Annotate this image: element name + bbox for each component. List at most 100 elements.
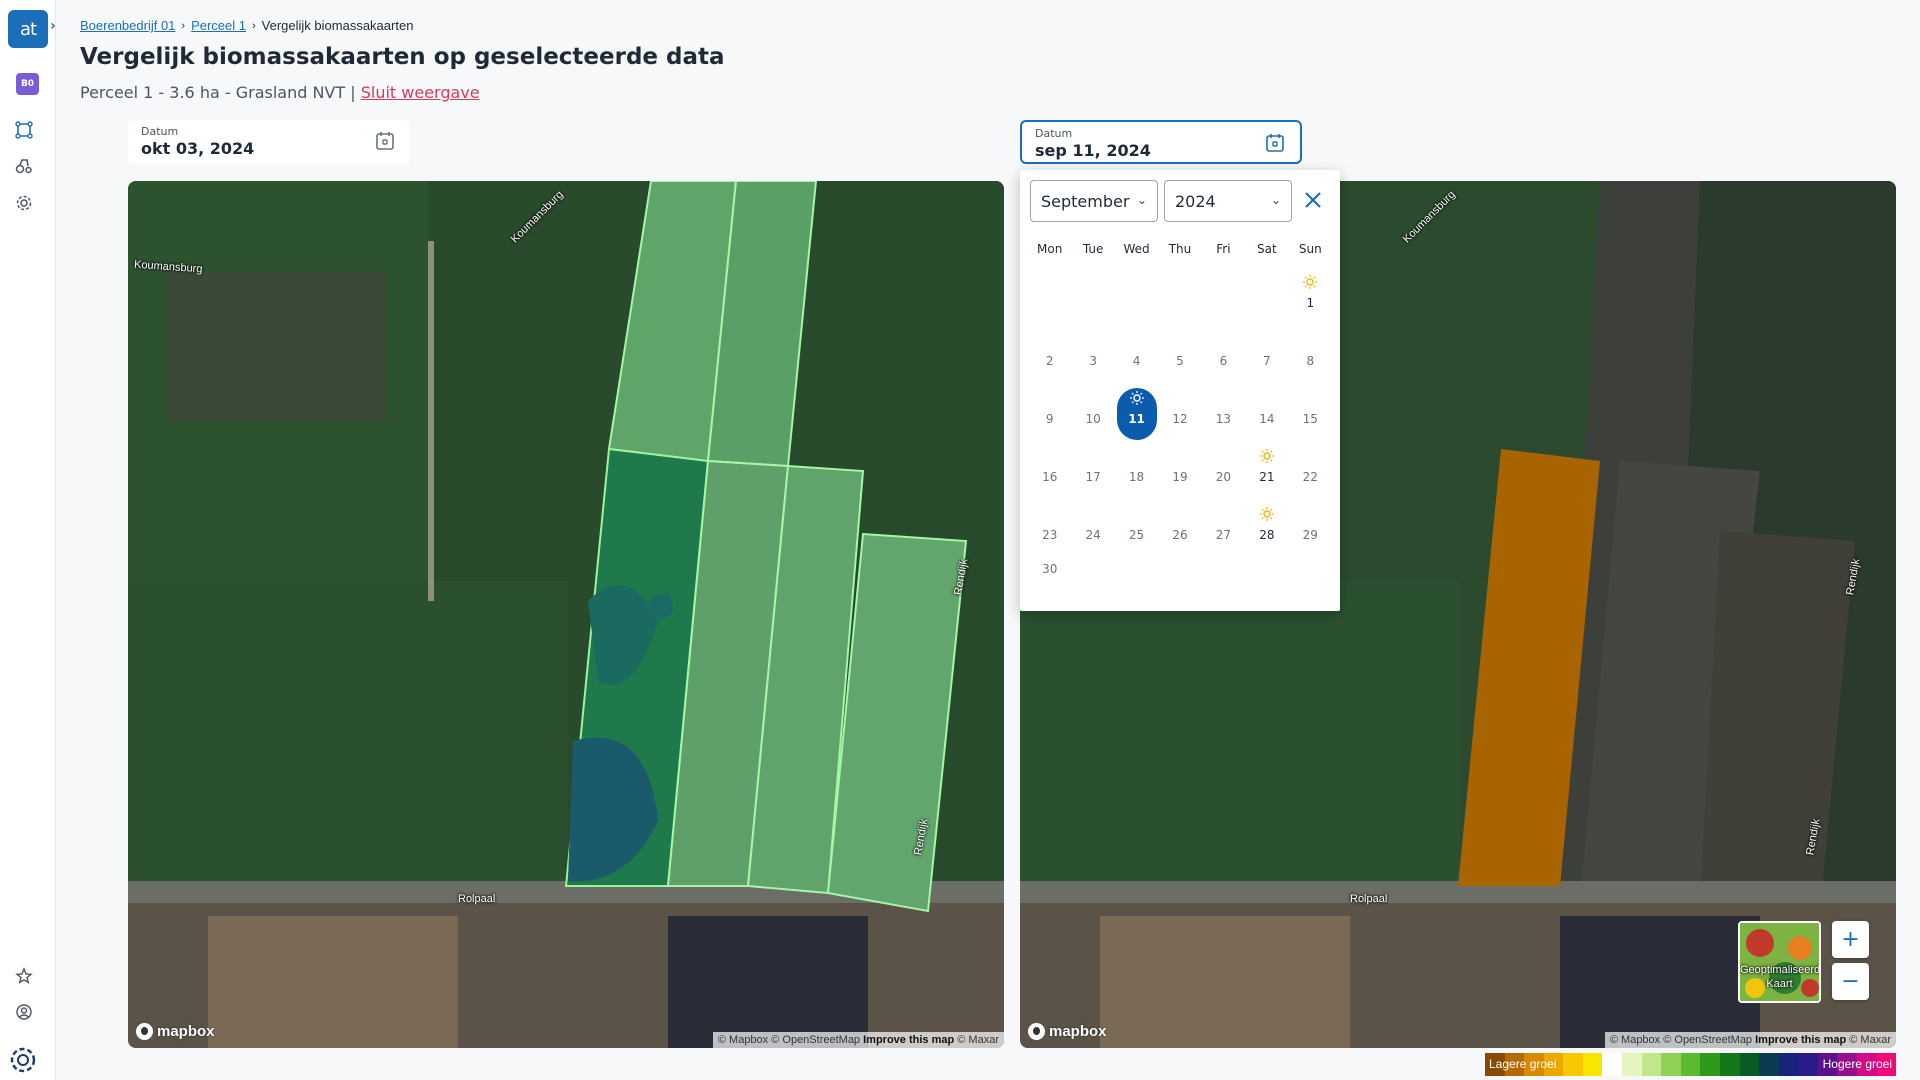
attribution-mapbox[interactable]: © Mapbox [718, 1034, 768, 1046]
settings-icon[interactable] [15, 194, 33, 212]
year-select[interactable]: 2024 ⌄ [1164, 180, 1292, 222]
calendar-day[interactable]: 27 [1202, 494, 1245, 552]
calendar-day-number: 14 [1259, 412, 1275, 426]
zoom-in-button[interactable]: + [1832, 921, 1869, 958]
calendar-icon[interactable] [374, 130, 396, 152]
calendar-day[interactable]: 3 [1071, 320, 1114, 378]
left-date-field[interactable]: Datum okt 03, 2024 [128, 120, 410, 164]
calendar-empty-cell [1071, 552, 1114, 588]
map-attribution: © Mapbox © OpenStreetMap Improve this ma… [712, 1032, 1004, 1048]
fields-icon[interactable] [15, 121, 33, 139]
close-icon[interactable] [1301, 188, 1325, 212]
calendar-day-selected[interactable]: 11 [1115, 378, 1158, 440]
calendar-day[interactable]: 13 [1202, 378, 1245, 436]
expand-sidebar-icon[interactable]: › [50, 18, 64, 38]
calendar-day[interactable]: 18 [1115, 436, 1158, 494]
legend-high-label: Hogere groei [1822, 1057, 1892, 1071]
page-title: Vergelijk biomassakaarten op geselecteer… [80, 44, 725, 70]
breadcrumb-field[interactable]: Perceel 1 [191, 18, 246, 33]
calendar-day[interactable]: 7 [1245, 320, 1288, 378]
mapbox-logo[interactable]: mapbox [1028, 1023, 1107, 1040]
weekday-label: Sat [1257, 242, 1277, 256]
weekday-label: Wed [1123, 242, 1150, 256]
attribution-maxar[interactable]: © Maxar [957, 1034, 999, 1046]
month-select[interactable]: September ⌄ [1030, 180, 1158, 222]
calendar-day[interactable]: 28 [1245, 494, 1288, 552]
calendar-day[interactable]: 22 [1289, 436, 1332, 494]
layer-switcher[interactable]: Geoptimaliseerde Kaart [1738, 921, 1821, 1003]
calendar-day-number: 5 [1176, 354, 1184, 368]
field-info: Perceel 1 - 3.6 ha - Grasland NVT [80, 83, 346, 102]
calendar-day[interactable]: 2 [1028, 320, 1071, 378]
calendar-day-number: 24 [1085, 528, 1101, 542]
calendar-day[interactable]: 20 [1202, 436, 1245, 494]
calendar-day[interactable]: 23 [1028, 494, 1071, 552]
breadcrumb-current: Vergelijk biomassakaarten [261, 18, 414, 33]
calendar-day[interactable]: 9 [1028, 378, 1071, 436]
calendar-day[interactable]: 19 [1158, 436, 1201, 494]
calendar-day-number: 18 [1128, 470, 1145, 484]
star-icon[interactable] [15, 967, 33, 985]
right-date-field[interactable]: Datum sep 11, 2024 [1020, 120, 1302, 164]
calendar-day[interactable]: 8 [1289, 320, 1332, 378]
calendar-icon[interactable] [1264, 132, 1286, 154]
calendar-day[interactable]: 25 [1115, 494, 1158, 552]
calendar-day[interactable]: 16 [1028, 436, 1071, 494]
calendar-empty-cell [1202, 552, 1245, 588]
calendar-empty-cell [1115, 262, 1158, 320]
calendar-day[interactable]: 1 [1289, 262, 1332, 320]
calendar-day[interactable]: 24 [1071, 494, 1114, 552]
left-map-imagery [128, 181, 1004, 1048]
weekday-label: Thu [1168, 242, 1192, 256]
growth-legend: Lagere groei Hogere groei [1485, 1053, 1897, 1076]
legend-color-swatch [1602, 1053, 1623, 1076]
legend-color-swatch [1622, 1053, 1642, 1076]
calendar-day-number: 3 [1089, 354, 1097, 368]
calendar-day-number: 25 [1128, 528, 1145, 542]
calendar-day[interactable]: 12 [1158, 378, 1201, 436]
calendar-day[interactable]: 26 [1158, 494, 1201, 552]
calendar-day[interactable]: 17 [1071, 436, 1114, 494]
attribution-osm[interactable]: © OpenStreetMap [771, 1034, 860, 1046]
improve-map-link[interactable]: Improve this map [1755, 1034, 1846, 1046]
calendar-empty-cell [1245, 262, 1288, 320]
sun-icon [1259, 449, 1274, 463]
calendar-grid: Mon Tue Wed Thu Fri Sat Sun 1 2 3 4 5 6 7 8 9 10 1… [1028, 242, 1332, 588]
calendar-day[interactable]: 5 [1158, 320, 1201, 378]
farm-badge[interactable]: B0 [16, 73, 39, 95]
calendar-day[interactable]: 10 [1071, 378, 1114, 436]
mapbox-logo-icon [136, 1023, 153, 1040]
calendar-day[interactable]: 30 [1028, 552, 1071, 588]
chevron-right-icon: › [181, 19, 186, 32]
calendar-day[interactable]: 6 [1202, 320, 1245, 378]
mapbox-logo[interactable]: mapbox [136, 1023, 215, 1040]
mapbox-logo-text: mapbox [157, 1023, 215, 1040]
user-icon[interactable] [15, 1003, 33, 1021]
sun-icon [1259, 507, 1274, 521]
zoom-out-button[interactable]: − [1832, 963, 1869, 1000]
chevron-right-icon: › [252, 19, 256, 32]
chevron-down-icon: ⌄ [1270, 193, 1281, 207]
attribution-maxar[interactable]: © Maxar [1849, 1034, 1891, 1046]
legend-low-label: Lagere groei [1489, 1057, 1557, 1071]
calendar-day[interactable]: 29 [1289, 494, 1332, 552]
calendar-day[interactable]: 4 [1115, 320, 1158, 378]
calendar-day-number: 29 [1302, 528, 1318, 542]
breadcrumb-farm[interactable]: Boerenbedrijf 01 [80, 18, 175, 33]
close-view-link[interactable]: Sluit weergave [361, 83, 480, 102]
attribution-mapbox[interactable]: © Mapbox [1610, 1034, 1660, 1046]
brand-icon [9, 1046, 37, 1074]
app-logo[interactable]: at [8, 10, 48, 48]
date-picker-popup: September ⌄ 2024 ⌄ Mon Tue Wed Thu Fri S… [1020, 170, 1340, 611]
machines-icon[interactable] [15, 157, 33, 175]
improve-map-link[interactable]: Improve this map [863, 1034, 954, 1046]
page-subtitle: Perceel 1 - 3.6 ha - Grasland NVT | Slui… [80, 83, 480, 102]
calendar-day[interactable]: 14 [1245, 378, 1288, 436]
calendar-day[interactable]: 21 [1245, 436, 1288, 494]
left-map[interactable]: Koumansburg Koumansburg Rolpaal Rendijk … [128, 181, 1004, 1048]
weekday-label: Sun [1298, 242, 1322, 256]
calendar-week: 30 [1028, 552, 1332, 588]
attribution-osm[interactable]: © OpenStreetMap [1663, 1034, 1752, 1046]
calendar-week: 2 3 4 5 6 7 8 [1028, 320, 1332, 378]
calendar-day[interactable]: 15 [1289, 378, 1332, 436]
